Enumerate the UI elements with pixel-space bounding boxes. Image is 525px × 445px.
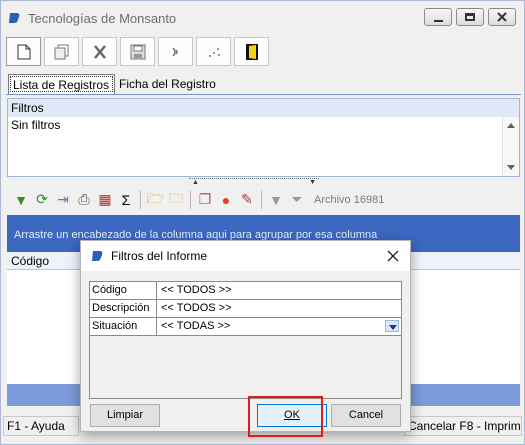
exit-door-icon xyxy=(245,43,258,60)
new-document-icon xyxy=(17,44,30,59)
title-bar: Tecnologías de Monsanto xyxy=(1,1,524,35)
save-button[interactable] xyxy=(120,37,155,66)
filter-row-situacion[interactable]: Situación << TODAS >> xyxy=(90,318,401,336)
archivo-label: Archivo 16981 xyxy=(314,193,385,206)
minimize-icon xyxy=(433,20,443,22)
minimize-button[interactable] xyxy=(424,8,452,26)
chevron-down-icon: ▼ xyxy=(309,178,316,186)
copy-button[interactable] xyxy=(44,37,79,66)
sparkle-button[interactable] xyxy=(196,37,231,66)
filters-table: Código << TODOS >> Descripción << TODOS … xyxy=(89,281,402,399)
new-button[interactable] xyxy=(6,37,41,66)
dropdown-arrow-icon[interactable] xyxy=(385,320,399,332)
filter-value-field[interactable]: << TODOS >> xyxy=(157,300,401,317)
app-logo-icon xyxy=(9,13,20,23)
maximize-icon xyxy=(465,13,475,21)
toolbar-separator xyxy=(140,190,141,209)
filters-text: Sin filtros xyxy=(11,118,61,132)
folder-icon[interactable]: 🗀 xyxy=(168,190,184,208)
copy-icon xyxy=(54,44,68,59)
filter-label: Código xyxy=(90,282,157,299)
tab-lista-registros[interactable]: Lista de Registros xyxy=(8,74,116,94)
main-toolbar xyxy=(6,37,306,67)
filter-label: Situación xyxy=(90,318,157,335)
print-icon[interactable]: ⎙ xyxy=(76,191,92,208)
chevron-up-icon: ▲ xyxy=(192,178,199,186)
filter-row-codigo[interactable]: Código << TODOS >> xyxy=(90,282,401,300)
copy-records-icon[interactable]: ❐ xyxy=(197,191,213,208)
sparkle-icon xyxy=(208,47,220,57)
arrow-down-icon[interactable]: ▼ xyxy=(268,192,284,208)
columns-icon[interactable]: ▦ xyxy=(97,191,113,208)
save-icon xyxy=(130,44,145,59)
sound-button[interactable] xyxy=(158,37,193,66)
filtros-informe-dialog: Filtros del Informe Código << TODOS >> D… xyxy=(80,240,411,432)
grid-toolbar: ▼ ⟳ ⇥ ⎙ ▦ Σ 🗁 🗀 ❐ ● ✎ ▼ ⏷ Archivo 16981 xyxy=(7,187,520,212)
record-icon[interactable]: ● xyxy=(218,192,234,208)
maximize-button[interactable] xyxy=(456,8,484,26)
app-logo-icon xyxy=(92,251,103,261)
scroll-down-icon[interactable] xyxy=(507,165,515,170)
toolbar-separator xyxy=(190,190,191,209)
edit-icon[interactable]: ✎ xyxy=(239,191,255,208)
limpiar-label: Limpiar xyxy=(106,409,144,421)
arrow-down-all-icon[interactable]: ⏷ xyxy=(289,191,305,208)
status-help: F1 - Ayuda xyxy=(3,416,79,436)
sum-icon[interactable]: Σ xyxy=(118,192,134,208)
filter-icon[interactable]: ▼ xyxy=(13,192,29,208)
export-icon[interactable]: ⇥ xyxy=(55,191,71,208)
ok-highlight-box xyxy=(248,396,323,437)
filter-row-descripcion[interactable]: Descripción << TODOS >> xyxy=(90,300,401,318)
status-keys: Cancelar F8 - Imprimir xyxy=(404,416,522,436)
tab-strip: Lista de Registros Ficha del Registro xyxy=(8,74,221,94)
dialog-title: Filtros del Informe xyxy=(111,249,208,263)
close-button[interactable] xyxy=(488,8,516,26)
delete-button[interactable] xyxy=(82,37,117,66)
limpiar-button[interactable]: Limpiar xyxy=(90,404,160,427)
filters-panel: Filtros Sin filtros xyxy=(7,98,520,177)
dialog-title-bar: Filtros del Informe xyxy=(81,241,410,271)
filters-header: Filtros xyxy=(8,99,519,117)
delete-icon xyxy=(93,44,106,59)
window-title: Tecnologías de Monsanto xyxy=(28,10,177,26)
toolbar-separator xyxy=(261,190,262,209)
cancel-button[interactable]: Cancel xyxy=(331,404,401,427)
filter-value-field[interactable]: << TODOS >> xyxy=(157,282,401,299)
filter-label: Descripción xyxy=(90,300,157,317)
exit-button[interactable] xyxy=(234,37,269,66)
open-folder-icon[interactable]: 🗁 xyxy=(146,190,163,208)
filters-scrollbar[interactable] xyxy=(502,117,519,176)
select-value: << TODAS >> xyxy=(161,320,231,332)
refresh-icon[interactable]: ⟳ xyxy=(34,191,50,208)
cancel-label: Cancel xyxy=(348,409,384,421)
filter-value-select[interactable]: << TODAS >> xyxy=(157,318,401,335)
close-icon[interactable] xyxy=(386,249,400,263)
tab-ficha-registro[interactable]: Ficha del Registro xyxy=(115,74,221,94)
sound-icon xyxy=(171,46,178,57)
close-icon xyxy=(497,12,507,22)
panel-splitter[interactable]: ▲ ▼ xyxy=(189,178,319,186)
scroll-up-icon[interactable] xyxy=(507,123,515,128)
